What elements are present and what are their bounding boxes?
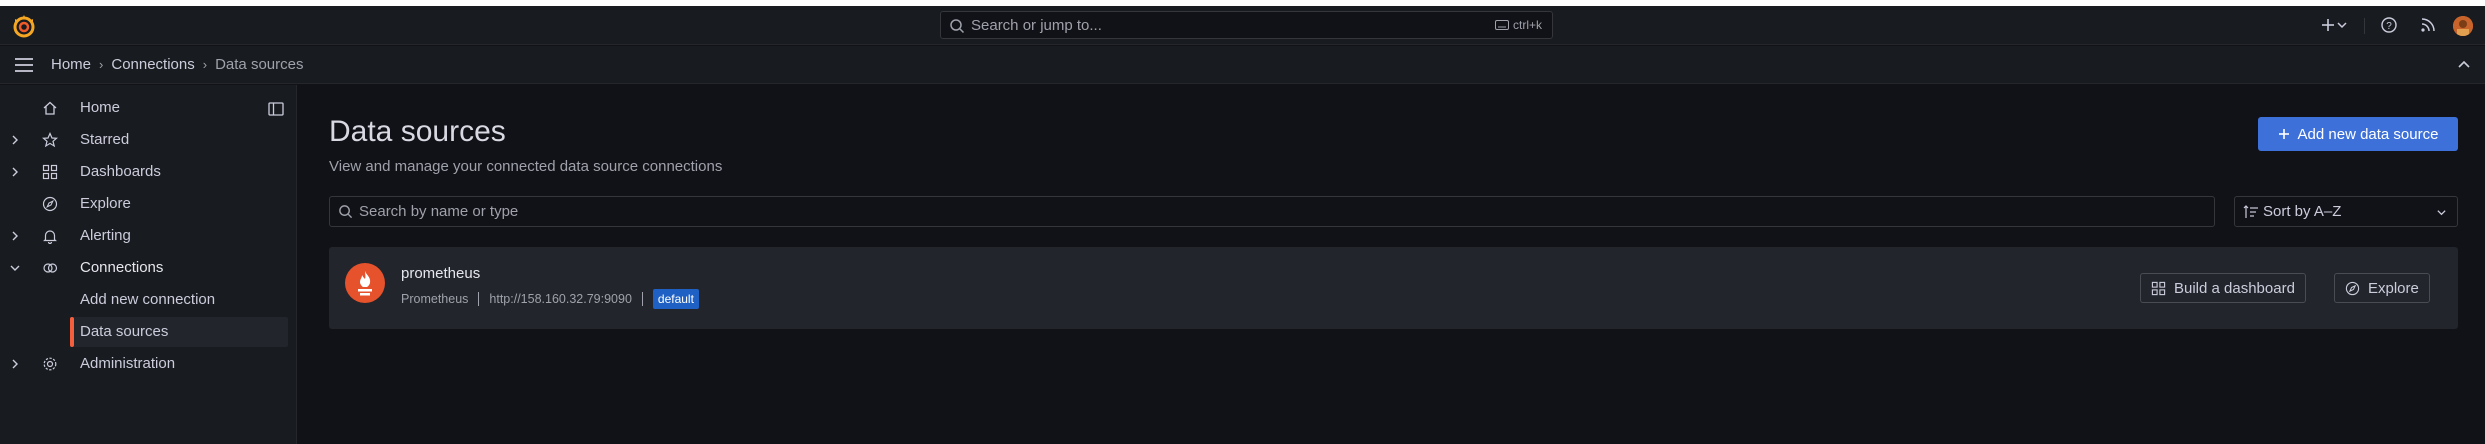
meta-divider	[478, 292, 480, 306]
svg-text:?: ?	[2386, 21, 2392, 32]
user-avatar[interactable]	[2453, 16, 2473, 36]
page-subtitle: View and manage your connected data sour…	[329, 158, 723, 175]
sidebar-item-home[interactable]: Home	[0, 93, 297, 123]
star-icon	[42, 132, 58, 148]
sidebar-item-label: Dashboards	[80, 163, 161, 180]
data-source-name[interactable]: prometheus	[401, 265, 480, 282]
rss-news-icon[interactable]	[2418, 15, 2438, 35]
data-source-type: Prometheus	[401, 292, 469, 306]
breadcrumb-separator: ›	[99, 57, 104, 72]
sidebar-item-label: Starred	[80, 131, 130, 148]
breadcrumb-bar: Home › Connections › Data sources	[0, 46, 2485, 84]
chevron-down-icon[interactable]	[9, 262, 21, 274]
sort-select-value: Sort by A–Z	[2263, 203, 2342, 220]
meta-divider	[641, 292, 643, 306]
main-content: Data sources View and manage your connec…	[298, 85, 2485, 444]
default-badge: default	[652, 289, 699, 309]
sidebar-subitem-label: Add new connection	[80, 291, 216, 308]
sidebar-item-connections[interactable]: Connections	[0, 253, 297, 283]
plus-icon	[2278, 129, 2289, 139]
avatar-icon	[2453, 16, 2473, 36]
explore-label: Explore	[2368, 279, 2419, 297]
data-source-url: http://158.160.32.79:9090	[489, 292, 632, 306]
top-bar: Search or jump to... ctrl+k ?	[0, 6, 2485, 45]
chevron-down-icon	[2437, 210, 2446, 216]
chevron-right-icon[interactable]	[9, 230, 21, 242]
explore-button[interactable]: Explore	[2334, 273, 2430, 303]
grafana-logo-icon[interactable]	[11, 13, 37, 39]
chevron-right-icon[interactable]	[9, 134, 21, 146]
sidebar: Home Starred Dashboards Explore Alerting…	[0, 85, 297, 444]
chevron-up-icon[interactable]	[2455, 56, 2473, 74]
data-source-search-input[interactable]: Search by name or type	[329, 196, 2215, 227]
build-dashboard-label: Build a dashboard	[2174, 279, 2295, 297]
apps-icon	[42, 164, 58, 180]
breadcrumb-current: Data sources	[215, 56, 304, 73]
connections-icon	[43, 263, 58, 273]
page-title: Data sources	[329, 115, 506, 148]
hamburger-menu-icon[interactable]	[14, 57, 34, 73]
sidebar-item-label: Home	[80, 99, 121, 116]
new-plus-icon[interactable]	[2318, 15, 2338, 35]
sidebar-item-data-sources[interactable]: Data sources	[70, 317, 288, 347]
sidebar-item-label: Explore	[80, 195, 131, 212]
breadcrumb-connections[interactable]: Connections	[111, 56, 194, 73]
search-icon	[950, 19, 965, 34]
global-search-input[interactable]: Search or jump to... ctrl+k	[940, 11, 1553, 39]
search-placeholder: Search or jump to...	[971, 17, 1102, 34]
sidebar-item-starred[interactable]: Starred	[0, 125, 297, 155]
prometheus-logo-icon	[345, 263, 385, 303]
sidebar-item-administration[interactable]: Administration	[0, 349, 297, 379]
sidebar-item-label: Administration	[80, 355, 176, 372]
sidebar-item-label: Connections	[80, 259, 164, 276]
help-icon[interactable]: ?	[2379, 15, 2399, 35]
bell-icon	[43, 230, 57, 244]
data-source-meta: Prometheus http://158.160.32.79:9090 def…	[401, 289, 699, 309]
toolbar-divider	[2364, 18, 2365, 34]
home-icon	[43, 101, 57, 115]
breadcrumb: Home › Connections › Data sources	[51, 56, 303, 73]
chevron-right-icon[interactable]	[9, 166, 21, 178]
sidebar-item-label: Alerting	[80, 227, 131, 244]
sidebar-item-add-new-connection[interactable]: Add new connection	[70, 285, 288, 315]
sort-select[interactable]: Sort by A–Z	[2234, 196, 2458, 227]
gear-icon	[43, 357, 57, 371]
search-icon	[339, 205, 353, 219]
sidebar-item-explore[interactable]: Explore	[0, 189, 297, 219]
compass-icon	[2345, 281, 2360, 295]
build-dashboard-button[interactable]: Build a dashboard	[2140, 273, 2306, 303]
data-source-card[interactable]: prometheus Prometheus http://158.160.32.…	[329, 247, 2458, 329]
sidebar-item-dashboards[interactable]: Dashboards	[0, 157, 297, 187]
keyboard-icon	[1494, 20, 1509, 30]
chevron-down-icon[interactable]	[2336, 15, 2348, 35]
add-new-data-source-label: Add new data source	[2297, 125, 2439, 143]
data-source-search-placeholder: Search by name or type	[359, 203, 519, 220]
sidebar-subitem-label: Data sources	[80, 323, 169, 340]
breadcrumb-separator: ›	[202, 57, 208, 72]
compass-icon	[42, 196, 58, 212]
breadcrumb-home[interactable]: Home	[51, 56, 91, 73]
apps-icon	[2151, 281, 2166, 295]
sidebar-item-alerting[interactable]: Alerting	[0, 221, 297, 251]
chevron-right-icon[interactable]	[9, 358, 21, 370]
search-shortcut: ctrl+k	[1494, 18, 1542, 32]
add-new-data-source-button[interactable]: Add new data source	[2258, 117, 2458, 151]
sort-icon	[2243, 205, 2258, 218]
search-shortcut-text: ctrl+k	[1512, 18, 1542, 32]
